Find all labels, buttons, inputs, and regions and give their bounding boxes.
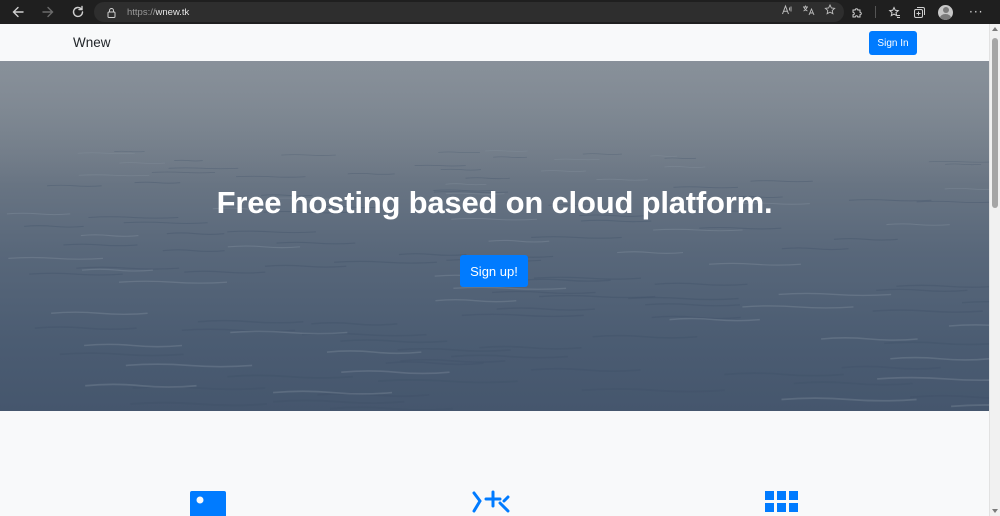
rocket-icon — [472, 490, 510, 513]
address-bar[interactable]: https://wnew.tk — [94, 2, 844, 22]
favorite-star-icon[interactable] — [824, 4, 836, 16]
profile-avatar[interactable] — [938, 4, 953, 20]
site-navbar: Wnew Sign In — [0, 24, 989, 61]
lock-icon — [107, 7, 116, 18]
url-text: https://wnew.tk — [127, 7, 189, 18]
translate-icon[interactable] — [802, 4, 815, 16]
read-aloud-icon[interactable] — [781, 4, 793, 16]
favorites-icon[interactable] — [888, 5, 901, 19]
scroll-down-arrow-icon[interactable] — [992, 509, 998, 513]
extensions-icon[interactable] — [850, 6, 863, 19]
page-scrollbar[interactable] — [989, 24, 1000, 516]
hero-title: Free hosting based on cloud platform. — [216, 185, 773, 220]
forward-arrow-icon — [42, 6, 54, 18]
url-scheme: https:// — [127, 6, 156, 18]
sign-up-button[interactable]: Sign up! — [460, 255, 528, 287]
id-card-icon — [190, 491, 226, 516]
site-brand[interactable]: Wnew — [73, 35, 111, 50]
grid-icon — [765, 491, 798, 512]
url-host: wnew.tk — [155, 6, 190, 18]
reload-icon — [72, 5, 84, 18]
forward-button[interactable] — [38, 2, 58, 22]
hero-section: Free hosting based on cloud platform. Si… — [0, 61, 989, 411]
collections-icon[interactable] — [913, 6, 926, 19]
sea-background-image — [0, 61, 989, 411]
scroll-up-arrow-icon[interactable] — [992, 27, 998, 31]
page-viewport: Wnew Sign In Free hosting based on cloud… — [0, 24, 989, 516]
sign-in-button[interactable]: Sign In — [869, 31, 917, 55]
features-section — [0, 411, 989, 516]
toolbar-divider — [875, 6, 876, 18]
back-arrow-icon — [12, 6, 24, 18]
scroll-thumb[interactable] — [992, 38, 998, 208]
reload-button[interactable] — [68, 2, 88, 22]
more-options-icon[interactable]: ··· — [969, 5, 983, 19]
browser-toolbar: https://wnew.tk ··· — [0, 0, 1000, 24]
back-button[interactable] — [8, 2, 28, 22]
